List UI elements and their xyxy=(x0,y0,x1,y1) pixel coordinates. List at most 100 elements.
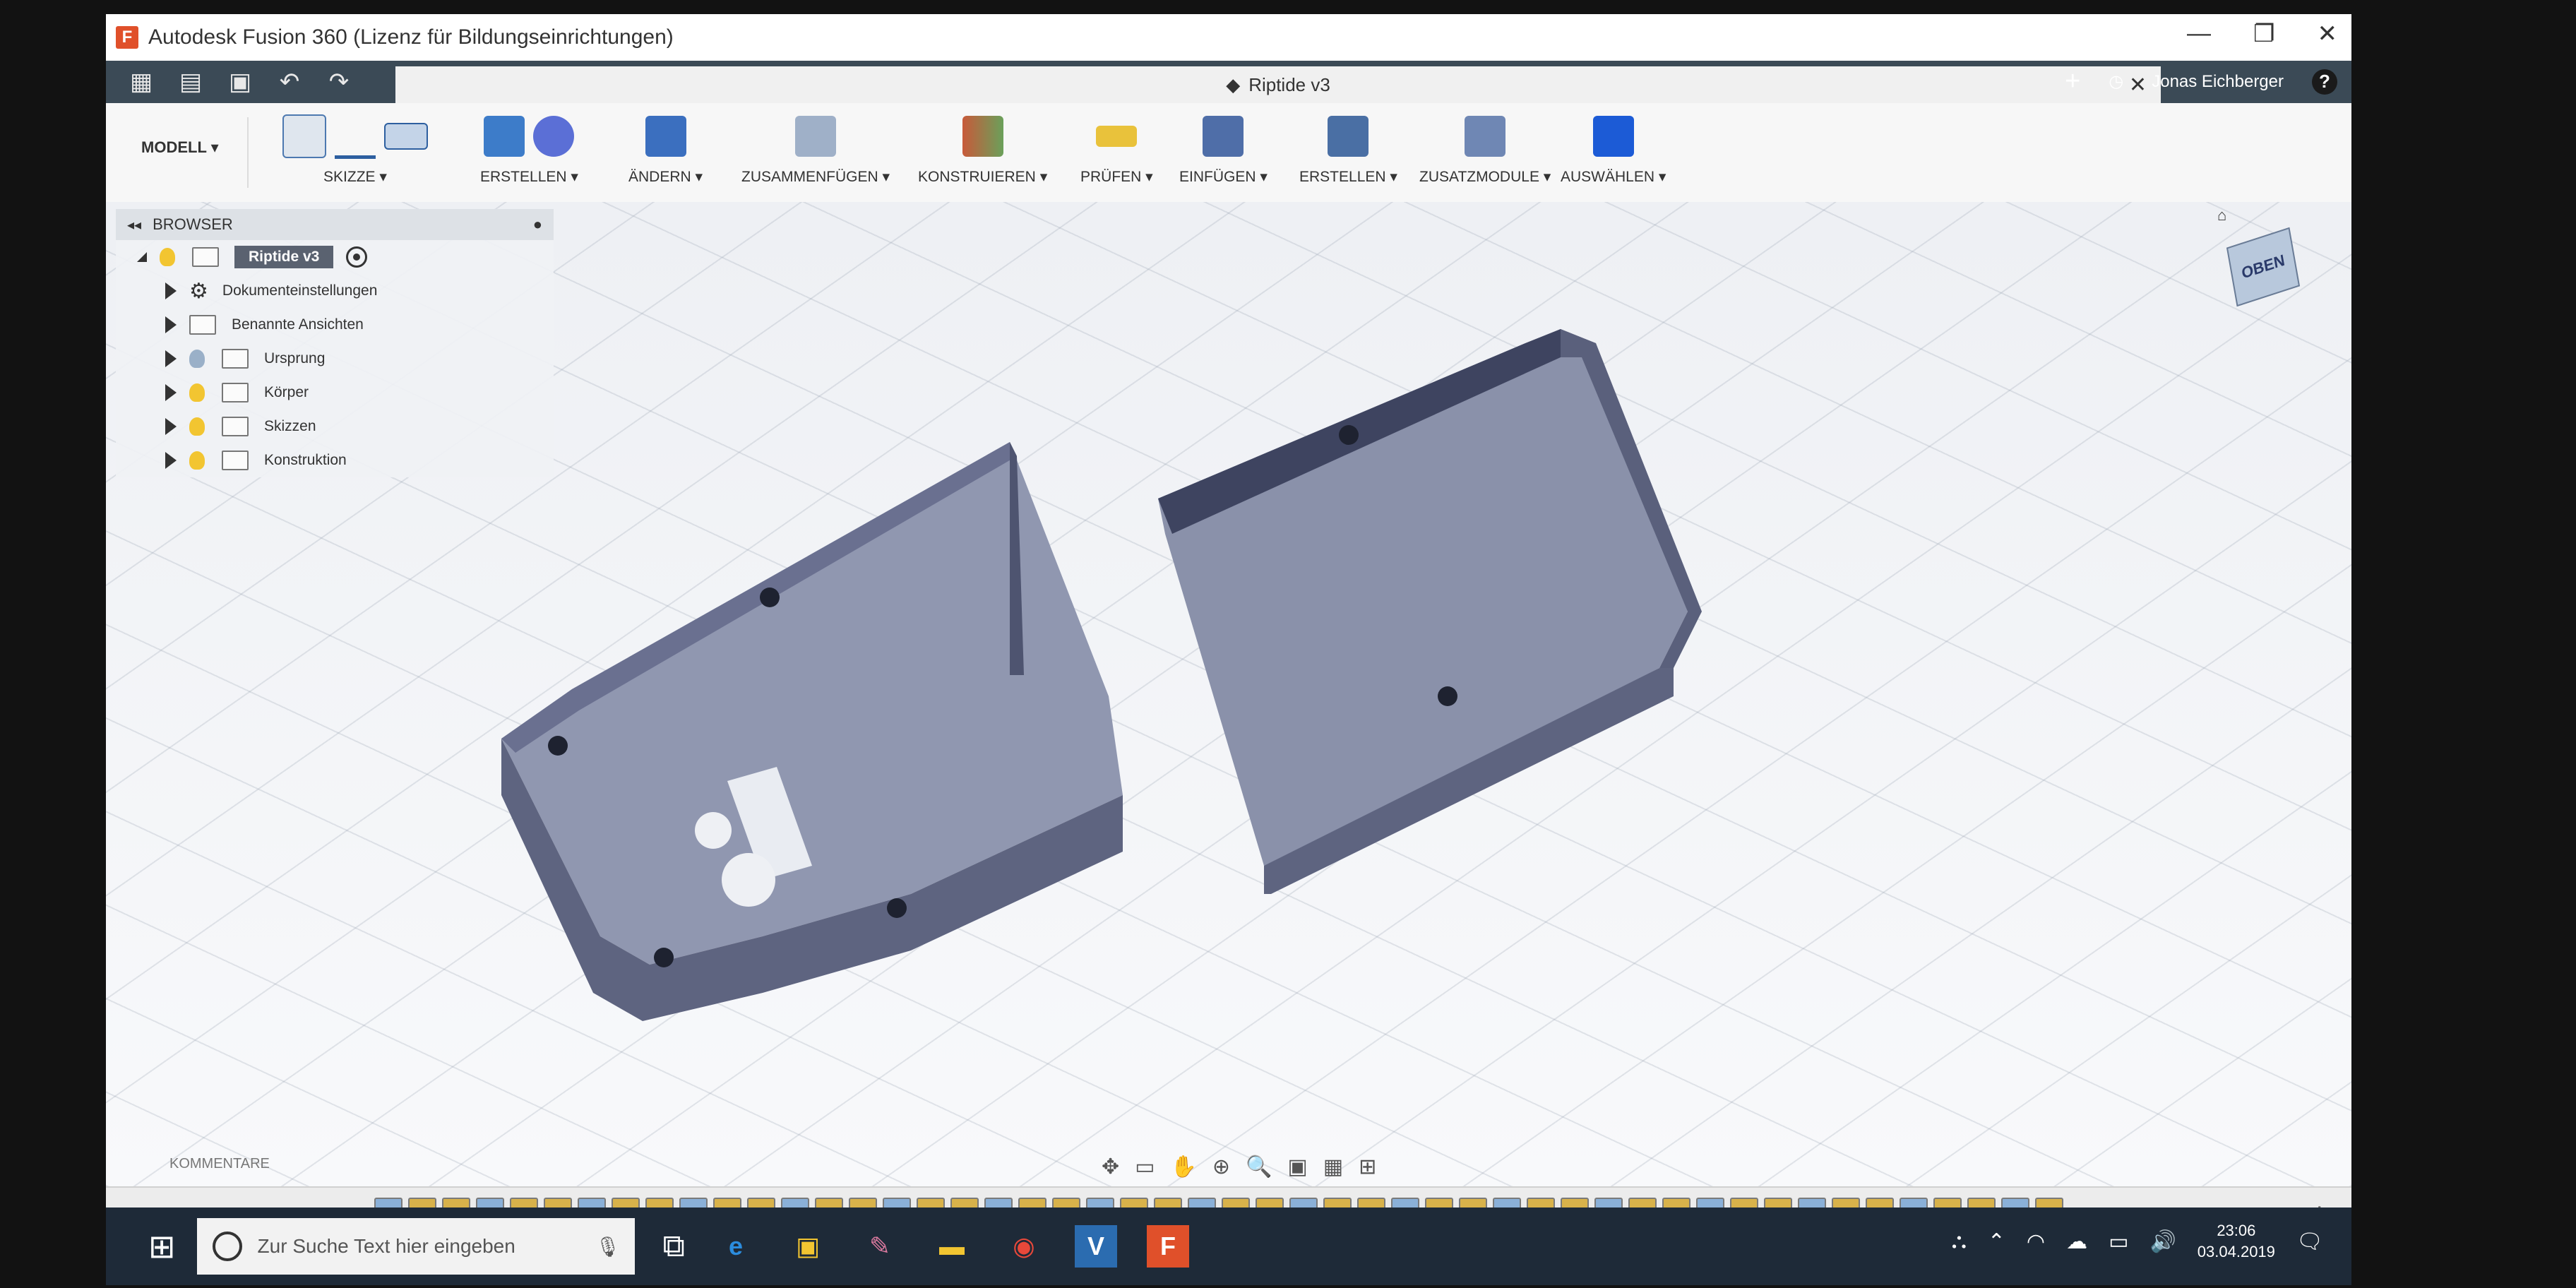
job-status-icon[interactable]: ◷ xyxy=(2109,71,2123,92)
visio-icon[interactable]: V xyxy=(1074,1225,1117,1268)
group-erstellen[interactable]: ERSTELLEN ▾ xyxy=(480,110,578,186)
lid-part[interactable] xyxy=(1158,329,1702,894)
hole-small xyxy=(695,812,732,849)
group-auswaehlen[interactable]: AUSWÄHLEN ▾ xyxy=(1561,110,1666,186)
store-icon[interactable]: ▣ xyxy=(787,1225,829,1268)
group-pruefen[interactable]: PRÜFEN ▾ xyxy=(1080,110,1153,186)
rectangle-icon[interactable] xyxy=(384,123,428,150)
tree-root[interactable]: Riptide v3 xyxy=(116,240,554,274)
visibility-bulb-icon[interactable] xyxy=(160,248,175,266)
visibility-bulb-icon[interactable] xyxy=(189,383,205,402)
maximize-icon[interactable]: ❐ xyxy=(2253,20,2274,48)
activate-radio-icon[interactable] xyxy=(346,246,368,268)
display-settings-icon[interactable]: ▣ xyxy=(1287,1155,1307,1179)
chrome-icon[interactable]: ◉ xyxy=(1003,1225,1045,1268)
browser-header[interactable]: ◂◂ BROWSER ● xyxy=(116,209,554,240)
look-at-icon[interactable]: ▭ xyxy=(1135,1155,1155,1179)
onedrive-icon[interactable]: ☁ xyxy=(2066,1229,2087,1254)
pan-icon[interactable]: ✋ xyxy=(1171,1155,1197,1179)
expand-icon[interactable] xyxy=(165,384,177,401)
expand-icon[interactable] xyxy=(165,316,177,333)
battery-icon[interactable]: ▭ xyxy=(2109,1229,2128,1254)
minimize-icon[interactable]: — xyxy=(2187,20,2211,48)
zoom-window-icon[interactable]: ⊕ xyxy=(1212,1155,1230,1179)
press-pull-icon[interactable] xyxy=(645,116,686,157)
app-grid-icon[interactable]: ▦ xyxy=(127,68,155,96)
close-icon[interactable]: ✕ xyxy=(2318,20,2338,48)
workspace-switcher[interactable]: MODELL ▾ xyxy=(141,138,219,157)
file-explorer-icon[interactable]: ▬ xyxy=(931,1225,973,1268)
insert-image-icon[interactable] xyxy=(1203,116,1244,157)
help-icon[interactable]: ? xyxy=(2312,68,2337,95)
folder-icon xyxy=(222,451,249,470)
people-icon[interactable]: ⛬ xyxy=(1952,1229,1967,1253)
group-label: SKIZZE xyxy=(323,169,376,185)
3d-viewport[interactable]: ◂◂ BROWSER ● Riptide v3 ⚙ Dokumenteinste… xyxy=(106,202,2351,1186)
expand-icon[interactable] xyxy=(165,418,177,435)
base-part[interactable] xyxy=(501,442,1123,1021)
select-icon[interactable] xyxy=(1592,116,1634,157)
group-aendern[interactable]: ÄNDERN ▾ xyxy=(628,110,703,186)
taskbar-search-box[interactable]: Zur Suche Text hier eingeben 🎙 xyxy=(196,1218,635,1275)
edge-icon[interactable]: e xyxy=(715,1225,757,1268)
comments-panel[interactable]: KOMMENTARE xyxy=(169,1156,270,1172)
notifications-icon[interactable]: 🗨 xyxy=(2296,1229,2323,1254)
expand-icon[interactable] xyxy=(137,252,147,262)
expand-icon[interactable] xyxy=(165,282,177,299)
undo-icon[interactable]: ↶ xyxy=(275,68,304,96)
orbit-icon[interactable]: ✥ xyxy=(1102,1155,1119,1179)
visibility-bulb-icon[interactable] xyxy=(189,417,205,436)
tree-item-dokumenteinstellungen[interactable]: ⚙ Dokumenteinstellungen xyxy=(116,274,554,308)
task-view-icon[interactable]: ⧉ xyxy=(663,1229,685,1264)
file-menu-icon[interactable]: ▤ xyxy=(177,68,205,96)
group-label: ZUSAMMENFÜGEN xyxy=(741,169,878,185)
viewcube[interactable]: OBEN ⌂ xyxy=(2203,206,2309,315)
grid-settings-icon[interactable]: ▦ xyxy=(1323,1155,1343,1179)
zoom-icon[interactable]: 🔍 xyxy=(1246,1155,1272,1179)
visibility-bulb-icon[interactable] xyxy=(189,350,205,368)
new-tab-icon[interactable]: + xyxy=(2065,66,2080,97)
paint-icon[interactable]: ✎ xyxy=(859,1225,901,1268)
visibility-bulb-icon[interactable] xyxy=(189,451,205,470)
save-icon[interactable]: ▣ xyxy=(226,68,254,96)
tree-item-ursprung[interactable]: Ursprung xyxy=(116,342,554,376)
home-icon[interactable]: ⌂ xyxy=(2217,206,2226,225)
render-icon[interactable] xyxy=(1328,116,1369,157)
sphere-icon[interactable] xyxy=(533,116,575,157)
expand-icon[interactable] xyxy=(165,452,177,469)
group-erstellen-2[interactable]: ERSTELLEN ▾ xyxy=(1299,110,1397,186)
addins-icon[interactable] xyxy=(1465,116,1506,157)
pin-icon[interactable]: ● xyxy=(533,215,542,234)
expand-icon[interactable] xyxy=(165,350,177,367)
windows-start-icon[interactable]: ⊞ xyxy=(148,1227,176,1265)
user-name[interactable]: Jonas Eichberger xyxy=(2152,72,2284,92)
tree-root-label: Riptide v3 xyxy=(234,246,334,268)
viewports-icon[interactable]: ⊞ xyxy=(1359,1155,1376,1179)
measure-icon[interactable] xyxy=(1096,126,1138,147)
group-einfuegen[interactable]: EINFÜGEN ▾ xyxy=(1179,110,1268,186)
volume-icon[interactable]: 🔊 xyxy=(2149,1229,2176,1254)
screw-hole xyxy=(1438,686,1457,706)
create-sketch-icon[interactable] xyxy=(282,114,326,158)
tree-item-konstruktion[interactable]: Konstruktion xyxy=(116,443,554,477)
joint-icon[interactable] xyxy=(795,116,837,157)
document-tab[interactable]: ◆ Riptide v3 ✕ xyxy=(395,66,2161,103)
wifi-icon[interactable]: ◠ xyxy=(2027,1229,2045,1254)
viewcube-face-top[interactable]: OBEN xyxy=(2226,227,2301,307)
group-skizze[interactable]: SKIZZE ▾ xyxy=(282,110,428,186)
extrude-icon[interactable] xyxy=(484,116,525,157)
fusion-taskbar-icon[interactable]: F xyxy=(1146,1225,1189,1268)
spline-icon[interactable] xyxy=(335,114,376,159)
group-zusatzmodule[interactable]: ZUSATZMODULE ▾ xyxy=(1419,110,1551,186)
group-konstruieren[interactable]: KONSTRUIEREN ▾ xyxy=(918,110,1047,186)
redo-icon[interactable]: ↷ xyxy=(325,68,353,96)
tray-chevron-icon[interactable]: ⌃ xyxy=(1988,1229,2005,1254)
tree-item-skizzen[interactable]: Skizzen xyxy=(116,410,554,443)
plane-icon[interactable] xyxy=(962,116,1003,157)
tree-item-benannte-ansichten[interactable]: Benannte Ansichten xyxy=(116,308,554,342)
taskbar-clock[interactable]: 23:06 03.04.2019 xyxy=(2198,1220,2275,1263)
group-zusammenfuegen[interactable]: ZUSAMMENFÜGEN ▾ xyxy=(741,110,890,186)
collapse-icon[interactable]: ◂◂ xyxy=(127,216,141,234)
tree-item-koerper[interactable]: Körper xyxy=(116,376,554,410)
microphone-icon[interactable]: 🎙 xyxy=(595,1235,621,1258)
